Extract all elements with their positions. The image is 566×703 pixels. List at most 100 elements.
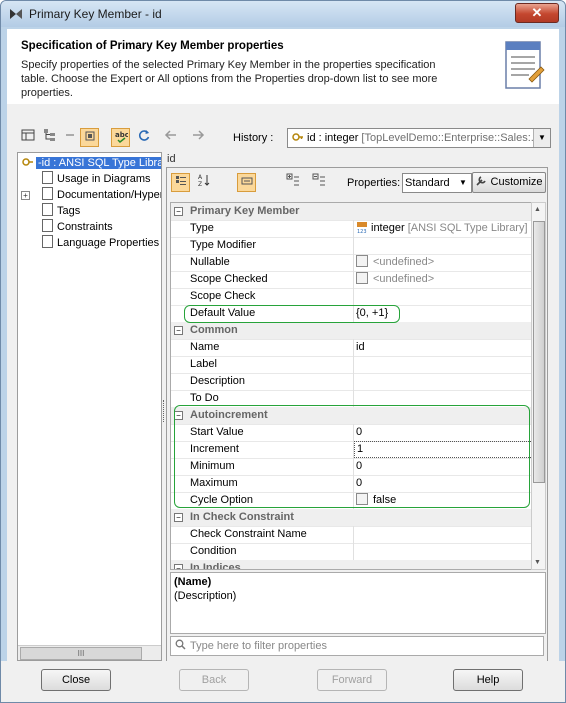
scroll-up-icon[interactable]: ▲ [534,206,541,213]
property-row[interactable]: Label [171,356,531,374]
chevron-down-icon[interactable]: ▼ [455,174,471,192]
collapse-icon[interactable]: − [174,326,183,335]
scroll-down-icon[interactable]: ▼ [534,559,541,566]
property-name: Condition [187,543,354,560]
group-common[interactable]: − Common [171,322,531,340]
checkbox-label: <undefined> [373,256,435,268]
back-arrow-icon[interactable] [162,128,180,146]
show-properties-icon[interactable] [80,128,99,147]
tree-item-constraints[interactable]: Constraints [42,219,113,235]
key-icon [22,158,33,166]
checkbox[interactable] [356,255,368,267]
properties-mode-dropdown[interactable]: Standard ▼ [402,173,472,193]
group-in-indices[interactable]: − In Indices [171,560,531,570]
spell-check-icon[interactable]: abc [111,128,130,147]
filter-input[interactable]: Type here to filter properties [170,636,544,656]
property-value[interactable] [354,526,531,543]
tree-item-label: Tags [57,205,81,217]
forward-button[interactable]: Forward [317,669,387,691]
property-row[interactable]: Type 123 integer [ANSI SQL Type Library] [171,220,531,238]
document-icon [42,187,53,200]
property-row[interactable]: Name id [171,339,531,357]
tree-item-documentation[interactable]: Documentation/Hyperlinks [42,187,161,203]
group-primary-key-member[interactable]: − Primary Key Member [171,203,531,221]
property-value[interactable]: <undefined> [354,271,531,288]
default-value-highlight [184,305,400,323]
property-value[interactable] [354,288,531,305]
document-icon [42,235,53,248]
tree-item-tags[interactable]: Tags [42,203,80,219]
description-name: (Name) [174,576,212,588]
collapse-icon[interactable]: − [174,207,183,216]
checkbox[interactable] [356,272,368,284]
specification-toolbar: abc History : id : integer [TopLevelDemo… [17,126,551,150]
property-value[interactable] [354,237,531,254]
document-icon [42,171,53,184]
categorized-view-icon[interactable] [171,173,190,192]
help-button[interactable]: Help [453,669,523,691]
property-value[interactable] [354,356,531,373]
type-value: integer [371,222,405,234]
group-label: In Indices [190,562,241,570]
window-close-button[interactable]: ✕ [515,3,559,23]
property-value[interactable]: 123 integer [ANSI SQL Type Library] [354,220,531,237]
description-toggle-icon[interactable] [237,173,256,192]
property-row[interactable]: Type Modifier [171,237,531,255]
tree-item-label: Documentation/Hyperlinks [57,189,161,201]
svg-text:123: 123 [357,229,367,233]
close-button[interactable]: Close [41,669,111,691]
forward-arrow-icon[interactable] [189,128,207,146]
svg-text:A: A [198,174,203,181]
checkbox-label: <undefined> [373,273,435,285]
tree-view-icon[interactable] [41,128,59,146]
collapse-icon[interactable]: − [174,564,183,569]
autoincrement-highlight [174,405,530,508]
tree-item-language-properties[interactable]: Language Properties [42,235,159,251]
back-button[interactable]: Back [179,669,249,691]
properties-vertical-scrollbar[interactable]: ▲ ▼ [531,202,546,570]
scrollbar-thumb[interactable]: III [20,647,142,660]
history-label: History : [233,132,274,144]
list-view-icon[interactable] [19,128,37,146]
separator-icon [61,128,79,146]
document-icon [42,203,53,216]
description-text: (Description) [174,590,237,602]
specification-window: Primary Key Member - id ✕ Specification … [0,0,566,703]
tree-item-usage-in-diagrams[interactable]: Usage in Diagrams [42,171,151,187]
specification-tree: -id : ANSI SQL Type Library Usage in Dia… [17,152,162,661]
header-title: Specification of Primary Key Member prop… [21,40,284,52]
history-dropdown[interactable]: id : integer [TopLevelDemo::Enterprise::… [287,128,551,148]
refresh-icon[interactable] [135,128,153,146]
property-row[interactable]: Nullable <undefined> [171,254,531,272]
collapse-all-icon[interactable] [310,173,328,191]
data-type-icon: 123 [357,222,367,235]
property-row[interactable]: Scope Check [171,288,531,306]
tree-item-id[interactable]: -id : ANSI SQL Type Library [22,155,161,171]
sort-alphabetical-icon[interactable]: AZ [195,173,213,191]
scrollbar-thumb[interactable] [533,221,545,483]
expand-all-icon[interactable] [284,173,302,191]
property-value[interactable] [354,373,531,390]
property-row[interactable]: Check Constraint Name [171,526,531,544]
group-in-check-constraint[interactable]: − In Check Constraint [171,509,531,527]
property-row[interactable]: Scope Checked <undefined> [171,271,531,289]
property-row[interactable]: Description [171,373,531,391]
history-value-path: [TopLevelDemo::Enterprise::Sales:... [358,132,540,144]
property-row[interactable]: Condition [171,543,531,561]
collapse-icon[interactable]: − [174,513,183,522]
property-value[interactable] [354,543,531,560]
property-value[interactable]: id [354,339,531,356]
tree-horizontal-scrollbar[interactable]: III [18,645,161,660]
property-value[interactable]: <undefined> [354,254,531,271]
expand-icon[interactable]: + [21,191,30,200]
chevron-down-icon[interactable]: ▼ [533,129,550,147]
property-name: Label [187,356,354,373]
customize-button[interactable]: Customize [472,172,546,193]
title-bar: Primary Key Member - id ✕ [1,1,565,27]
svg-text:Z: Z [198,181,202,187]
filter-placeholder: Type here to filter properties [190,640,327,652]
app-icon [10,9,22,19]
history-value: id : integer [307,132,359,144]
customize-label: Customize [490,176,543,188]
property-name: Type Modifier [187,237,354,254]
